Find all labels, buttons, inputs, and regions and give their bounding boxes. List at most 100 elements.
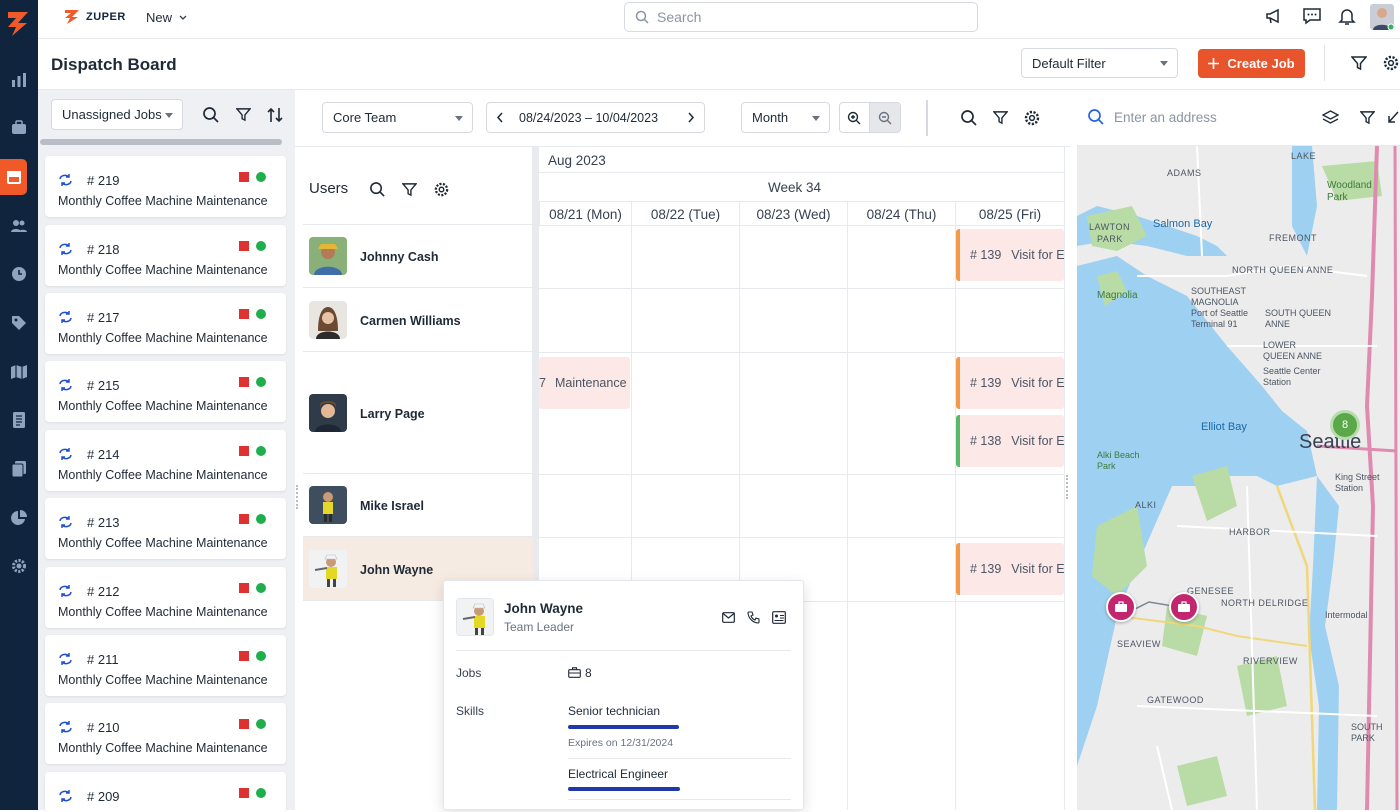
user-row[interactable]: Mike Israel [303, 474, 533, 537]
global-search[interactable]: Search [624, 2, 978, 32]
map-filter-icon[interactable] [1360, 110, 1375, 125]
reports-icon[interactable] [0, 62, 38, 98]
users-icon[interactable] [0, 208, 38, 244]
map-label: Salmon Bay [1153, 218, 1213, 230]
resize-handle[interactable] [296, 485, 299, 509]
analytics-pie-icon[interactable] [0, 500, 38, 536]
user-row[interactable]: Johnny Cash [303, 225, 533, 288]
scheduler-filter-icon[interactable] [993, 110, 1008, 125]
grid-line [539, 474, 1064, 475]
invoice-icon[interactable] [0, 402, 38, 438]
user-row[interactable]: Carmen Williams [303, 288, 533, 352]
job-card[interactable]: # 214 Monthly Coffee Machine Maintenance [45, 430, 286, 491]
job-card[interactable]: # 212 Monthly Coffee Machine Maintenance [45, 567, 286, 628]
next-range-icon[interactable] [687, 112, 695, 123]
job-card[interactable]: # 217 Monthly Coffee Machine Maintenance [45, 293, 286, 354]
day-column-header: 08/21 (Mon) [539, 202, 631, 226]
map-label: ADAMS [1167, 168, 1202, 178]
map-panel[interactable]: Salmon Bay LAWTON PARK ADAMS FREMONT NOR… [1077, 90, 1400, 810]
grid-line [539, 352, 1064, 353]
layers-icon[interactable] [1322, 110, 1339, 125]
email-icon[interactable] [722, 612, 735, 623]
users-search-icon[interactable] [369, 181, 386, 198]
settings-icon[interactable] [0, 548, 38, 584]
users-filter-icon[interactable] [402, 182, 417, 197]
view-select[interactable]: Month [741, 102, 830, 133]
job-card[interactable]: # 219 Monthly Coffee Machine Maintenance [45, 156, 286, 217]
calendar-icon[interactable] [0, 159, 27, 195]
timesheet-icon[interactable] [0, 256, 38, 292]
job-card[interactable]: # 218 Monthly Coffee Machine Maintenance [45, 225, 286, 286]
job-event[interactable]: # 139 Visit for E [956, 357, 1064, 409]
job-event[interactable]: # 139 Visit for E [956, 229, 1064, 281]
users-settings-icon[interactable] [433, 181, 450, 198]
zoom-in-icon[interactable] [840, 103, 870, 132]
day-column-header: 08/24 (Thu) [847, 202, 955, 226]
job-card[interactable]: # 213 Monthly Coffee Machine Maintenance [45, 498, 286, 559]
chat-icon[interactable] [1302, 6, 1322, 26]
announcements-icon[interactable] [1264, 6, 1284, 26]
profile-card-icon[interactable] [772, 611, 786, 624]
scheduler-search-icon[interactable] [960, 109, 978, 127]
caret-down-icon [455, 115, 463, 121]
priority-square [239, 446, 249, 456]
scheduler-settings-icon[interactable] [1023, 109, 1041, 127]
zuper-logo-icon[interactable] [0, 6, 38, 42]
job-event[interactable]: # 139 Visit for E [956, 543, 1064, 595]
team-select[interactable]: Core Team [322, 102, 473, 133]
create-job-button[interactable]: Create Job [1198, 49, 1305, 78]
resize-handle[interactable] [1066, 475, 1069, 499]
status-dot [256, 172, 266, 182]
date-range-value: 08/24/2023 – 10/04/2023 [519, 111, 659, 125]
address-input[interactable]: Enter an address [1114, 110, 1217, 125]
unassigned-jobs-select[interactable]: Unassigned Jobs [51, 99, 183, 130]
user-row[interactable]: Larry Page [303, 352, 533, 474]
job-card[interactable]: # 211 Monthly Coffee Machine Maintenance [45, 635, 286, 696]
plus-icon [1208, 58, 1220, 69]
job-event[interactable]: 7 Maintenance [539, 357, 630, 409]
header-filter-icon[interactable] [1351, 55, 1367, 71]
jobs-icon[interactable] [0, 110, 38, 146]
notifications-bell-icon[interactable] [1337, 6, 1357, 26]
documents-icon[interactable] [0, 451, 38, 487]
zoom-out-icon[interactable] [869, 103, 900, 132]
header-settings-icon[interactable] [1382, 54, 1400, 72]
unassigned-search-icon[interactable] [202, 106, 220, 124]
map-icon[interactable] [0, 354, 38, 390]
phone-icon[interactable] [747, 611, 760, 624]
job-card[interactable]: # 210 Monthly Coffee Machine Maintenance [45, 703, 286, 764]
month-header: Aug 2023 [539, 147, 1064, 173]
date-range-picker[interactable]: 08/24/2023 – 10/04/2023 [486, 102, 705, 133]
job-location-marker[interactable] [1169, 592, 1199, 622]
job-title: Monthly Coffee Machine Maintenance [58, 194, 268, 208]
column-splitter[interactable] [532, 147, 539, 605]
job-event[interactable]: # 138 Visit for E [956, 415, 1064, 467]
map-label: Alki Beach Park [1097, 450, 1140, 471]
collapse-map-icon[interactable] [1387, 110, 1400, 124]
user-name: Carmen Williams [360, 314, 461, 328]
sort-icon[interactable] [266, 106, 284, 124]
horizontal-scrollbar[interactable] [40, 139, 282, 145]
grid-line [1064, 147, 1065, 810]
brand-logo[interactable]: ZUPER [64, 9, 126, 25]
prev-range-icon[interactable] [496, 112, 504, 123]
user-details-popover: John Wayne Team Leader Jobs 8 Skills Sen… [443, 580, 804, 810]
map-label: Magnolia [1097, 290, 1138, 301]
map-label: SOUTH PARK [1351, 722, 1383, 743]
left-nav-rail [0, 0, 38, 810]
job-card[interactable]: # 215 Monthly Coffee Machine Maintenance [45, 361, 286, 422]
unassigned-filter-icon[interactable] [236, 107, 251, 122]
new-menu[interactable]: New [146, 10, 187, 25]
job-card[interactable]: # 209 [45, 772, 286, 812]
team-select-value: Core Team [333, 110, 397, 125]
tag-icon[interactable] [0, 305, 38, 341]
map-cluster-marker[interactable]: 8 [1330, 410, 1360, 440]
default-filter-select[interactable]: Default Filter [1021, 48, 1178, 78]
month-label: Aug 2023 [548, 153, 606, 168]
map-label: SOUTHEAST MAGNOLIA [1191, 286, 1246, 307]
chevron-down-icon [179, 15, 187, 20]
recurring-icon [58, 789, 73, 803]
user-avatar[interactable] [1370, 4, 1394, 30]
map-label: SEAVIEW [1117, 639, 1161, 649]
job-location-marker[interactable] [1106, 592, 1136, 622]
